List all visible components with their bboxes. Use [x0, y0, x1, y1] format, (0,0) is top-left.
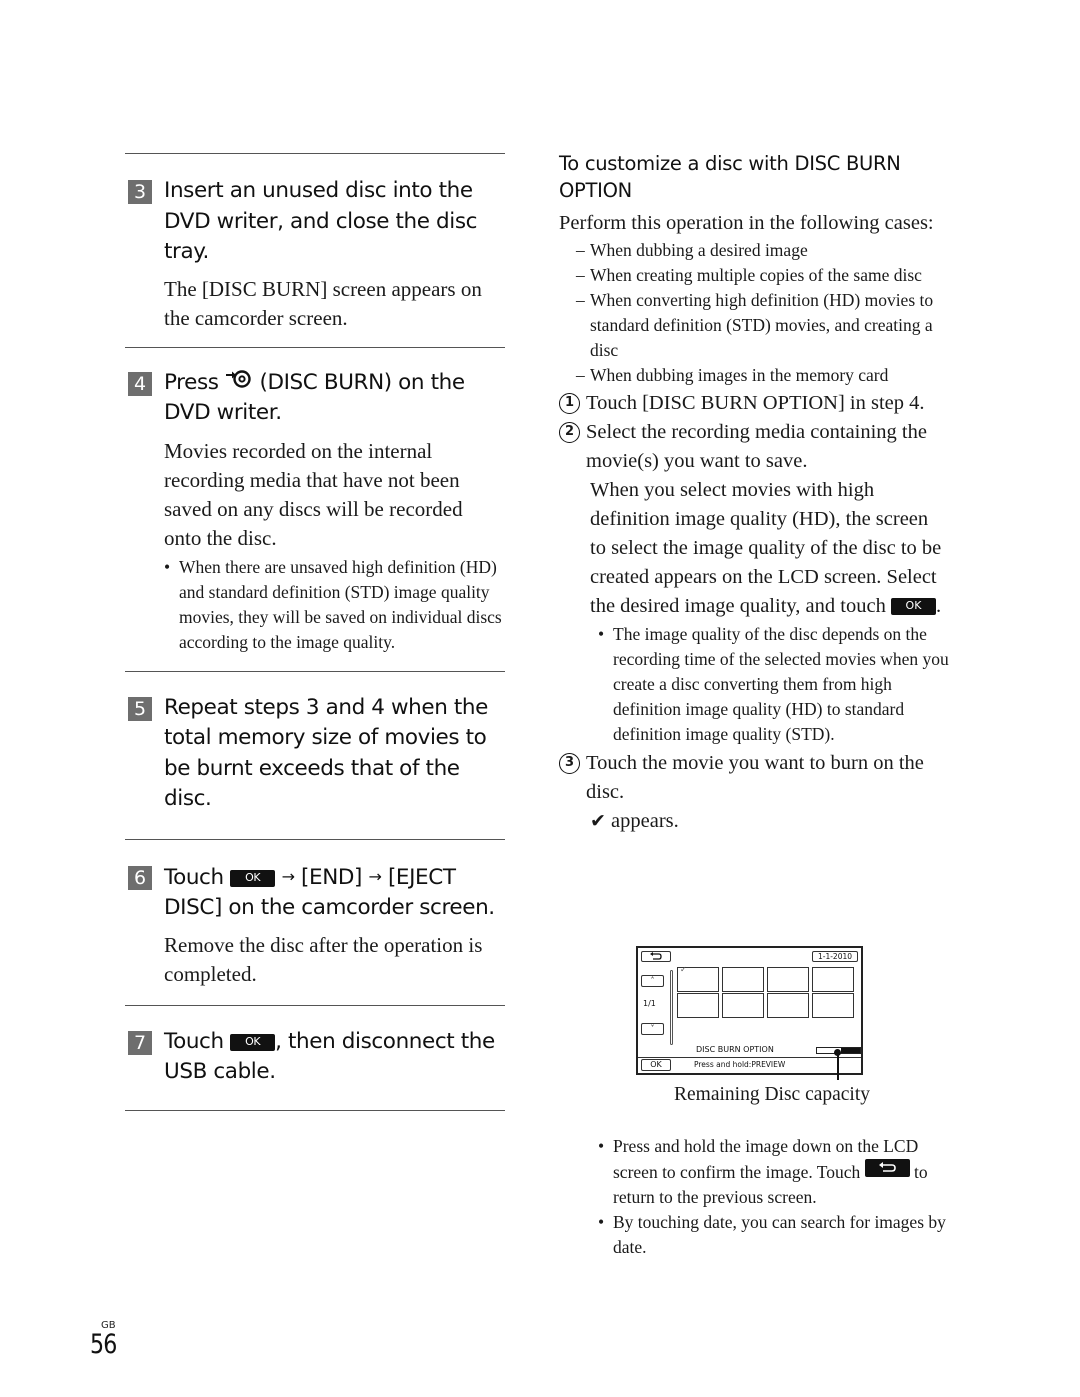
divider: [125, 1109, 505, 1111]
step-title: Touch OK → [END] → [EJECT DISC] on the c…: [164, 862, 505, 924]
step-4: 4 Press (DISC BURN) on the DVD writer. M…: [125, 368, 505, 655]
chevron-up-icon: ˄: [650, 976, 655, 985]
circled-number-icon: 2: [559, 422, 580, 443]
movie-thumbnail[interactable]: [812, 993, 854, 1018]
notes: Press and hold the image down on the LCD…: [559, 1134, 949, 1260]
left-column: 3 Insert an unused disc into the DVD wri…: [125, 153, 505, 1111]
movie-thumbnail[interactable]: [677, 993, 719, 1018]
check-appears-line: ✔ appears.: [559, 807, 949, 836]
movie-thumbnail[interactable]: [767, 967, 809, 992]
arrow-right-icon: →: [281, 866, 295, 886]
case-list: When dubbing a desired image When creati…: [559, 238, 949, 388]
divider: [125, 838, 505, 840]
movie-thumbnail[interactable]: ✓: [677, 965, 719, 992]
step-number-badge: 4: [128, 371, 152, 396]
right-column: To customize a disc with DISC BURN OPTIO…: [559, 150, 949, 836]
detail-end: .: [935, 595, 942, 617]
divider: [125, 670, 505, 672]
intro-text: Perform this operation in the following …: [559, 212, 934, 234]
note-bullet: Press and hold the image down on the LCD…: [559, 1134, 949, 1210]
date-button[interactable]: 1-1-2010: [812, 951, 858, 962]
step-number-badge: 3: [128, 180, 152, 204]
page-number: 56: [90, 1329, 117, 1360]
movie-thumbnail[interactable]: [812, 967, 854, 992]
chevron-down-icon: ˅: [650, 1024, 655, 1033]
ok-button[interactable]: OK: [641, 1059, 671, 1071]
selected-check-icon: ✓: [680, 965, 687, 974]
step-number-badge: 6: [128, 865, 152, 890]
appears-text: appears.: [611, 810, 679, 832]
case-item: When converting high definition (HD) mov…: [559, 288, 949, 363]
scrollbar[interactable]: [670, 970, 673, 1045]
step-body: Remove the disc after the operation is c…: [164, 932, 483, 986]
capacity-caption: Remaining Disc capacity: [674, 1084, 871, 1105]
scroll-down-button[interactable]: ˅: [641, 1023, 664, 1035]
screen-title: DISC BURN OPTION: [696, 1045, 774, 1054]
step-title: Insert an unused disc into the DVD write…: [164, 178, 478, 264]
case-item: When dubbing images in the memory card: [559, 363, 949, 388]
lcd-screen-illustration: 1-1-2010 ˄ 1/1 ˅ ✓ DISC BURN OPTION OK P…: [636, 946, 863, 1075]
step-title-prefix: Press: [164, 369, 219, 395]
procedure-step-2: 2 Select the recording media containing …: [559, 418, 949, 476]
note-bullet: The image quality of the disc depends on…: [559, 622, 949, 747]
ok-button-icon: OK: [890, 598, 936, 615]
back-arrow-icon: [864, 1159, 910, 1177]
back-arrow-icon: [650, 952, 662, 960]
circled-number-icon: 1: [559, 393, 580, 414]
step-6: 6 Touch OK → [END] → [EJECT DISC] on the…: [125, 862, 505, 989]
divider: [125, 346, 505, 348]
procedure-step-3: 3 Touch the movie you want to burn on th…: [559, 749, 949, 807]
step-title: Repeat steps 3 and 4 when the total memo…: [164, 694, 488, 812]
page-indicator: 1/1: [643, 999, 656, 1008]
step-title: Press (DISC BURN) on the DVD writer.: [164, 368, 505, 429]
step-body: The [DISC BURN] screen appears on the ca…: [164, 276, 482, 330]
callout-dot: [834, 1049, 841, 1056]
step-title: Touch OK, then disconnect the USB cable.: [164, 1027, 505, 1088]
section-heading: To customize a disc with DISC BURN OPTIO…: [559, 152, 901, 202]
page-footer: GB 56: [90, 1320, 122, 1359]
step-body: Movies recorded on the internal recordin…: [164, 438, 463, 550]
arrow-right-icon: →: [368, 866, 382, 886]
hint-text: Press and hold:PREVIEW: [694, 1060, 786, 1069]
case-item: When dubbing a desired image: [559, 238, 949, 263]
divider: [125, 1004, 505, 1006]
step-title-prefix: Touch: [164, 864, 224, 890]
disc-capacity-fill: [840, 1048, 860, 1053]
step-number-badge: 5: [128, 696, 152, 721]
note-bullet: When there are unsaved high definition (…: [164, 555, 505, 655]
step-3: 3 Insert an unused disc into the DVD wri…: [125, 176, 505, 333]
step-5: 5 Repeat steps 3 and 4 when the total me…: [125, 693, 505, 815]
procedure-text: Touch [DISC BURN OPTION] in step 4.: [586, 392, 925, 414]
procedure-detail: When you select movies with high definit…: [559, 476, 949, 621]
movie-thumbnail[interactable]: [722, 993, 764, 1018]
disc-burn-icon: [226, 369, 251, 388]
checkmark-icon: ✔: [590, 810, 606, 832]
case-item: When creating multiple copies of the sam…: [559, 263, 949, 288]
procedure-text: Select the recording media containing th…: [586, 421, 927, 472]
callout-leader-line: [837, 1052, 839, 1080]
step-title-prefix: Touch: [164, 1028, 224, 1054]
step-title-mid: [END]: [301, 864, 363, 890]
step-number-badge: 7: [128, 1030, 152, 1055]
movie-thumbnail[interactable]: [722, 967, 764, 992]
step-7: 7 Touch OK, then disconnect the USB cabl…: [125, 1027, 505, 1088]
divider: [125, 153, 505, 154]
scroll-up-button[interactable]: ˄: [641, 975, 664, 987]
note-bullet: By touching date, you can search for ima…: [559, 1210, 949, 1260]
procedure-text: Touch the movie you want to burn on the …: [586, 752, 924, 803]
detail-text: When you select movies with high definit…: [590, 479, 942, 617]
movie-thumbnail[interactable]: [767, 993, 809, 1018]
ok-button-icon: OK: [230, 869, 276, 887]
back-button[interactable]: [641, 951, 671, 962]
procedure-step-1: 1 Touch [DISC BURN OPTION] in step 4.: [559, 389, 949, 418]
divider: [638, 1057, 861, 1058]
circled-number-icon: 3: [559, 753, 580, 774]
ok-button-icon: OK: [230, 1033, 276, 1051]
